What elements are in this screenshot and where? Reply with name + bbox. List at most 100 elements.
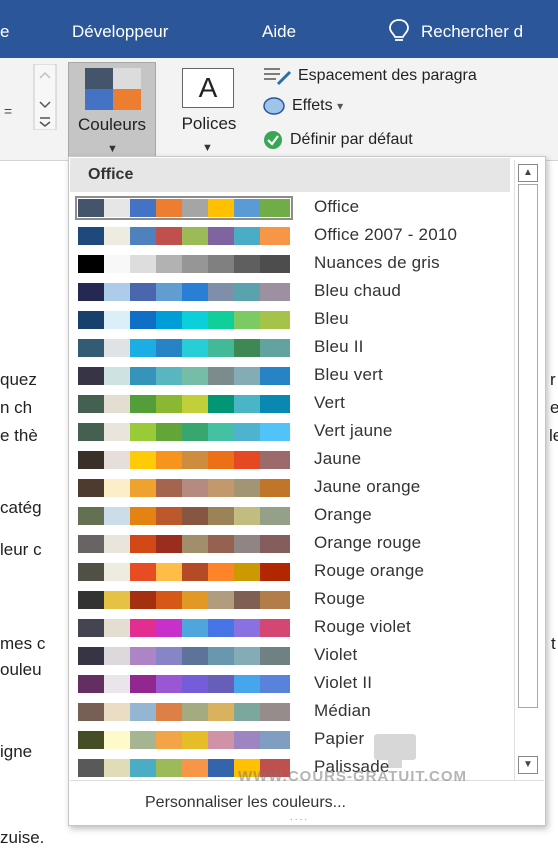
color-swatch bbox=[156, 535, 182, 553]
color-swatch bbox=[130, 339, 156, 357]
color-swatch bbox=[260, 311, 290, 329]
color-swatch bbox=[130, 619, 156, 637]
tab-partial[interactable]: e bbox=[0, 22, 9, 42]
color-swatch bbox=[156, 507, 182, 525]
color-swatch bbox=[156, 647, 182, 665]
effects-icon bbox=[263, 97, 285, 115]
color-swatch bbox=[234, 227, 260, 245]
paragraph-spacing-button[interactable]: Espacement des paragra bbox=[262, 66, 477, 86]
color-swatch-strip bbox=[78, 647, 290, 665]
theme-name: Bleu vert bbox=[314, 365, 383, 384]
color-swatch bbox=[260, 339, 290, 357]
theme-option[interactable]: Bleu chaud bbox=[76, 278, 512, 306]
doc-fragment: e thè bbox=[0, 426, 38, 445]
color-swatch-strip bbox=[78, 703, 290, 721]
color-swatch bbox=[234, 199, 260, 217]
theme-option[interactable]: Jaune orange bbox=[76, 474, 512, 502]
color-swatch bbox=[234, 563, 260, 581]
color-swatch bbox=[208, 731, 234, 749]
color-swatch bbox=[234, 703, 260, 721]
tell-me-search[interactable]: Rechercher d bbox=[421, 22, 523, 42]
theme-option[interactable]: Rouge bbox=[76, 586, 512, 614]
color-swatch-strip bbox=[78, 423, 290, 441]
color-swatch bbox=[78, 367, 104, 385]
set-default-button[interactable]: Définir par défaut bbox=[262, 130, 413, 150]
color-swatch bbox=[130, 479, 156, 497]
doc-fragment: igne bbox=[0, 742, 33, 761]
color-swatch bbox=[208, 591, 234, 609]
theme-option[interactable]: Nuances de gris bbox=[76, 250, 512, 278]
color-swatch bbox=[260, 479, 290, 497]
color-swatch bbox=[104, 535, 130, 553]
color-swatch bbox=[208, 311, 234, 329]
theme-option[interactable]: Bleu bbox=[76, 306, 512, 334]
doc-fragment: r bbox=[550, 370, 556, 389]
theme-name: Rouge bbox=[314, 589, 366, 608]
color-swatch bbox=[260, 199, 290, 217]
tab-developer[interactable]: Développeur bbox=[72, 22, 168, 42]
resize-grip[interactable]: .... bbox=[290, 812, 309, 823]
color-swatch bbox=[156, 759, 182, 777]
theme-option[interactable]: Jaune bbox=[76, 446, 512, 474]
color-swatch bbox=[130, 283, 156, 301]
tab-help[interactable]: Aide bbox=[262, 22, 296, 42]
color-swatch-strip bbox=[78, 479, 290, 497]
theme-option[interactable]: Rouge orange bbox=[76, 558, 512, 586]
color-swatch bbox=[260, 675, 290, 693]
color-swatch-strip bbox=[78, 227, 290, 245]
lightbulb-icon[interactable] bbox=[388, 18, 410, 44]
color-swatch bbox=[208, 367, 234, 385]
scroll-down-arrow-icon[interactable]: ▼ bbox=[518, 756, 538, 774]
theme-option[interactable]: Violet bbox=[76, 642, 512, 670]
color-swatch-strip bbox=[78, 367, 290, 385]
paragraph-spacing-icon bbox=[264, 68, 292, 86]
theme-name: Médian bbox=[314, 701, 371, 720]
theme-option[interactable]: Orange rouge bbox=[76, 530, 512, 558]
color-swatch bbox=[208, 199, 234, 217]
color-swatch bbox=[78, 451, 104, 469]
color-swatch bbox=[104, 675, 130, 693]
theme-option[interactable]: Office bbox=[75, 194, 512, 222]
fonts-button[interactable]: A Polices ▼ bbox=[170, 62, 254, 158]
color-swatch bbox=[182, 311, 208, 329]
color-swatch bbox=[208, 675, 234, 693]
theme-option[interactable]: Médian bbox=[76, 698, 512, 726]
theme-option[interactable]: Bleu II bbox=[76, 334, 512, 362]
theme-option[interactable]: Bleu vert bbox=[76, 362, 512, 390]
effects-button[interactable]: Effets ▾ bbox=[262, 96, 343, 116]
theme-option[interactable]: Papier bbox=[76, 726, 512, 754]
style-gallery-scroll[interactable]: = bbox=[0, 64, 58, 130]
ribbon-tab-bar: e Développeur Aide Rechercher d bbox=[0, 0, 558, 58]
color-swatch bbox=[260, 283, 290, 301]
color-swatch bbox=[130, 451, 156, 469]
theme-option[interactable]: Orange bbox=[76, 502, 512, 530]
color-swatch bbox=[234, 507, 260, 525]
scroll-thumb[interactable] bbox=[518, 184, 538, 708]
theme-name: Violet II bbox=[314, 673, 373, 692]
color-swatch bbox=[182, 619, 208, 637]
scroll-up-arrow-icon[interactable]: ▲ bbox=[518, 164, 538, 182]
paragraph-spacing-label: Espacement des paragra bbox=[298, 67, 477, 85]
theme-option[interactable]: Office 2007 - 2010 bbox=[76, 222, 512, 250]
color-swatch bbox=[104, 255, 130, 273]
theme-option[interactable]: Vert jaune bbox=[76, 418, 512, 446]
color-swatch bbox=[130, 227, 156, 245]
color-swatch bbox=[182, 255, 208, 273]
color-swatch bbox=[104, 619, 130, 637]
color-swatch bbox=[130, 199, 156, 217]
theme-option[interactable]: Vert bbox=[76, 390, 512, 418]
theme-option[interactable]: Violet II bbox=[76, 670, 512, 698]
customize-colors-button[interactable]: Personnaliser les couleurs... bbox=[145, 794, 346, 812]
color-swatch-strip bbox=[78, 563, 290, 581]
color-swatch bbox=[208, 703, 234, 721]
color-swatch bbox=[182, 731, 208, 749]
color-swatch bbox=[260, 535, 290, 553]
doc-fragment: t bbox=[551, 634, 556, 653]
color-swatch-strip bbox=[78, 507, 290, 525]
color-swatch bbox=[234, 647, 260, 665]
color-swatch bbox=[78, 227, 104, 245]
colors-button[interactable]: Couleurs ▼ bbox=[68, 62, 156, 158]
color-swatch bbox=[104, 395, 130, 413]
color-swatch bbox=[104, 227, 130, 245]
theme-option[interactable]: Rouge violet bbox=[76, 614, 512, 642]
